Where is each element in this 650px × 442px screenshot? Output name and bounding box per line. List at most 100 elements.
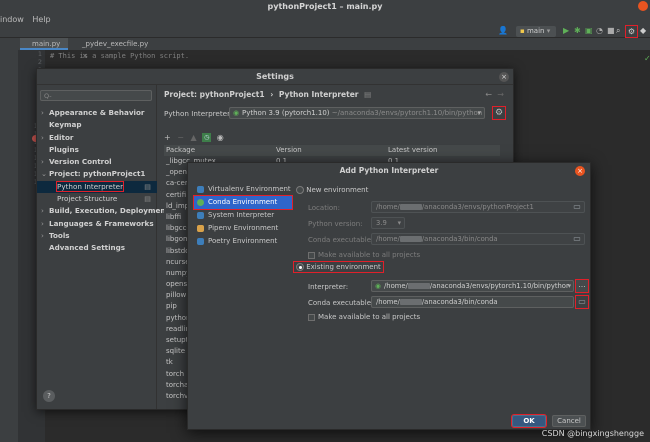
tree-arrow-icon: › — [41, 132, 44, 142]
chevron-down-icon: ▾ — [477, 109, 481, 117]
remove-package-icon[interactable]: − — [173, 133, 184, 142]
upgrade-package-icon[interactable]: ▲ — [187, 133, 197, 142]
main-toolbar: 👤 ▪ main ▾ ▶ ✱ ▣ ◔ ■ ⌕ ⚙ ◆ — [0, 25, 650, 38]
settings-tree-item[interactable]: › Languages & Frameworks — [37, 218, 157, 230]
package-name: pip — [166, 302, 177, 311]
run-config-select[interactable]: ▪ main ▾ — [516, 26, 556, 37]
breadcrumb-separator: › — [270, 90, 274, 99]
tab-pydev-execfile[interactable]: _pydev_execfile.py × — [70, 38, 150, 60]
python-version-select[interactable]: 3.9 ▾ — [371, 217, 405, 229]
help-icon[interactable]: ? — [43, 390, 55, 402]
cancel-button[interactable]: Cancel — [552, 415, 586, 427]
ok-button[interactable]: OK — [511, 414, 547, 428]
folder-icon[interactable]: ▭ — [571, 234, 583, 244]
forward-icon[interactable]: → — [497, 90, 504, 99]
make-available-checkbox-2[interactable]: Make available to all projects — [308, 313, 420, 321]
browse-interpreter-button[interactable]: … — [575, 279, 589, 293]
settings-tree-item[interactable]: Advanced Settings — [37, 242, 157, 254]
package-name: libffi — [166, 212, 182, 221]
settings-tree-item[interactable]: Plugins — [37, 144, 157, 156]
breadcrumb: Project: pythonProject1 › Python Interpr… — [164, 90, 371, 99]
checkbox-off — [308, 313, 315, 321]
tree-arrow-icon: › — [41, 230, 44, 240]
package-name: sqlite — [166, 347, 186, 356]
env-conda[interactable]: Conda Environment — [193, 195, 293, 210]
stop-icon[interactable]: ■ — [607, 27, 615, 35]
interpreter-label: Interpreter: — [308, 283, 349, 291]
settings-search-input[interactable]: Q- — [40, 90, 152, 101]
packages-header: Package Version Latest version — [164, 145, 500, 156]
settings-gear-icon[interactable]: ⚙ — [625, 25, 638, 38]
settings-tree-item[interactable]: › Build, Execution, Deployment — [37, 205, 169, 217]
folder-icon[interactable]: ▭ — [571, 202, 583, 212]
python-icon: ▪ — [520, 27, 525, 35]
browse-conda-folder-icon[interactable]: ▭ — [575, 295, 589, 309]
interpreter-value: Python 3.9 (pytorch1.10) — [242, 109, 330, 117]
env-pipenv[interactable]: Pipenv Environment — [194, 222, 292, 235]
tree-item-label: Project Structure — [57, 194, 118, 204]
env-poetry[interactable]: Poetry Environment — [194, 235, 292, 248]
settings-tree-item[interactable]: Python Interpreter ▤ — [37, 180, 157, 194]
menu-window[interactable]: indow — [0, 15, 24, 24]
project-level-icon: ▤ — [144, 181, 151, 191]
settings-tree-item[interactable]: ⌄ Project: pythonProject1 — [37, 168, 157, 180]
debug-icon[interactable]: ✱ — [574, 27, 581, 35]
package-name: pillow — [166, 291, 187, 300]
col-package: Package — [166, 146, 196, 154]
settings-tree-item[interactable]: Project Structure ▤ — [37, 193, 157, 205]
make-available-checkbox[interactable]: Make available to all projects — [308, 251, 420, 259]
add-interpreter-dialog: Add Python Interpreter × Virtualenv Envi… — [187, 162, 591, 430]
settings-tree-item[interactable]: › Editor — [37, 132, 157, 144]
watermark: CSDN @bingxingshengge — [541, 429, 644, 438]
settings-tree-item[interactable]: › Appearance & Behavior — [37, 107, 157, 119]
pipenv-icon — [197, 225, 204, 232]
menu-bar: indow Help — [0, 14, 650, 26]
existing-environment-radio[interactable]: Existing environment — [293, 261, 384, 273]
run-icon[interactable]: ▶ — [563, 27, 569, 35]
poetry-icon — [197, 238, 204, 245]
package-name: torcha — [166, 380, 189, 389]
window-title: pythonProject1 – main.py — [0, 0, 650, 14]
redacted-username — [399, 204, 422, 210]
search-icon[interactable]: ⌕ — [616, 27, 620, 35]
tree-item-label: Tools — [49, 230, 70, 240]
window-close-icon[interactable] — [638, 1, 648, 11]
python-icon: ◉ — [233, 109, 240, 117]
tree-item-label: Build, Execution, Deployment — [49, 206, 169, 216]
ide-logo-icon[interactable]: ◆ — [640, 27, 646, 35]
tree-item-label: Version Control — [49, 157, 112, 167]
package-name: torch — [166, 369, 185, 378]
user-icon[interactable]: 👤 — [498, 27, 508, 35]
settings-tree-item[interactable]: Keymap — [37, 119, 157, 131]
tree-item-label: Keymap — [49, 120, 82, 130]
tab-main-py[interactable]: main.py × — [20, 38, 68, 60]
conda-executable-field-2[interactable]: /home//anaconda3/bin/conda — [371, 296, 574, 308]
location-field[interactable]: /home//anaconda3/envs/pythonProject1 ▭ — [371, 201, 585, 213]
env-virtualenv[interactable]: Virtualenv Environment — [194, 183, 292, 196]
interpreter-select[interactable]: ◉ Python 3.9 (pytorch1.10) ~/anaconda3/e… — [229, 107, 485, 119]
coverage-icon[interactable]: ▣ — [585, 27, 593, 35]
left-tool-strip — [0, 38, 18, 442]
conda-toggle-icon[interactable]: ◷ — [202, 133, 212, 142]
python-icon: ◉ — [375, 282, 381, 290]
add-dialog-close-icon[interactable]: × — [575, 166, 585, 176]
show-early-releases-icon[interactable]: ◉ — [214, 133, 224, 142]
conda-executable-label-2: Conda executable: — [308, 299, 374, 307]
settings-tree-item[interactable]: › Version Control — [37, 156, 157, 168]
conda-executable-field[interactable]: /home//anaconda3/bin/conda ▭ — [371, 233, 585, 245]
redacted-username — [407, 283, 430, 289]
line-number: 1 — [37, 50, 42, 58]
settings-close-icon[interactable]: × — [499, 72, 509, 82]
back-icon[interactable]: ← — [485, 90, 492, 99]
checkbox-off — [308, 251, 315, 259]
profile-icon[interactable]: ◔ — [596, 27, 603, 35]
new-environment-radio[interactable]: New environment — [296, 186, 368, 194]
settings-tree-item[interactable]: › Tools — [37, 230, 157, 242]
interpreter-gear-icon[interactable]: ⚙ — [492, 106, 506, 120]
add-package-icon[interactable]: + — [164, 133, 171, 142]
existing-interpreter-select[interactable]: ◉ /home//anaconda3/envs/pytorch1.10/bin/… — [371, 280, 574, 292]
env-system[interactable]: System Interpreter — [194, 209, 292, 222]
conda-icon — [197, 199, 204, 206]
virtualenv-icon — [197, 186, 204, 193]
menu-help[interactable]: Help — [32, 15, 50, 24]
